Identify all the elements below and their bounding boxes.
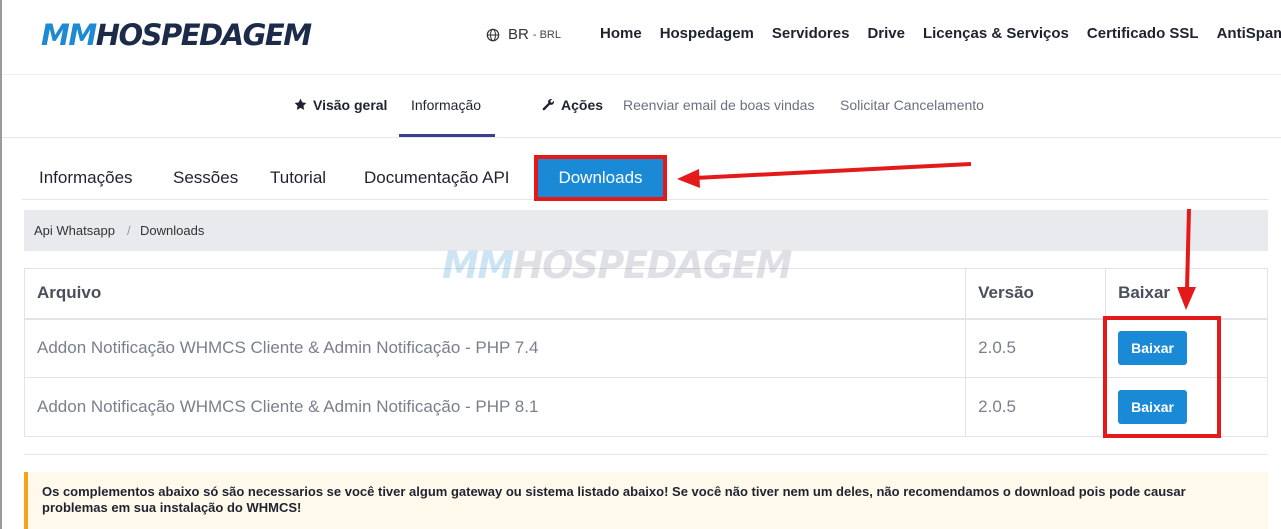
nav-hospedagem[interactable]: Hospedagem bbox=[660, 25, 754, 42]
subnav-cancel[interactable]: Solicitar Cancelamento bbox=[840, 97, 984, 113]
subnav-overview[interactable]: Visão geral bbox=[294, 97, 387, 113]
row-file-name: Addon Notificação WHMCS Cliente & Admin … bbox=[23, 377, 967, 437]
subnav-resend-email[interactable]: Reenviar email de boas vindas bbox=[623, 97, 814, 113]
watermark-logo: MMHOSPEDAGEM bbox=[442, 244, 793, 287]
tab-sessoes[interactable]: Sessões bbox=[173, 168, 238, 188]
nav-home[interactable]: Home bbox=[600, 25, 642, 42]
nav-antispam[interactable]: AntiSpam bbox=[1217, 25, 1281, 42]
nav-servidores[interactable]: Servidores bbox=[772, 25, 850, 42]
tab-informacoes[interactable]: Informações bbox=[39, 168, 133, 188]
warning-notice: Os complementos abaixo só são necessario… bbox=[24, 472, 1268, 529]
site-header: MMHOSPEDAGEM BR - BRL Home Hospedagem Se… bbox=[2, 0, 1281, 74]
subnav-actions[interactable]: Ações bbox=[542, 97, 603, 113]
table-row: Addon Notificação WHMCS Cliente & Admin … bbox=[23, 377, 1268, 437]
highlight-box-download-buttons bbox=[1103, 316, 1221, 438]
globe-icon bbox=[486, 28, 500, 41]
highlight-box-downloads-tab bbox=[534, 155, 667, 201]
locale-code: BR bbox=[508, 26, 529, 43]
site-logo[interactable]: MMHOSPEDAGEM bbox=[41, 17, 312, 53]
watermark-mm: MM bbox=[442, 244, 514, 287]
tab-tutorial[interactable]: Tutorial bbox=[270, 168, 326, 188]
tab-api-docs[interactable]: Documentação API bbox=[364, 168, 510, 188]
section-divider bbox=[24, 454, 1268, 455]
breadcrumb-separator: / bbox=[127, 223, 131, 238]
nav-drive[interactable]: Drive bbox=[867, 25, 905, 42]
nav-ssl[interactable]: Certificado SSL bbox=[1087, 25, 1199, 42]
subnav-actions-label: Ações bbox=[561, 97, 604, 113]
star-icon bbox=[294, 98, 307, 110]
watermark-text: HOSPEDAGEM bbox=[512, 244, 793, 287]
subnav-active-indicator bbox=[399, 134, 495, 137]
subnav-overview-label: Visão geral bbox=[313, 97, 388, 113]
header-versao: Versão bbox=[965, 268, 1107, 320]
row-version: 2.0.5 bbox=[965, 318, 1107, 378]
downloads-table: Arquivo Versão Baixar Addon Notificação … bbox=[23, 268, 1268, 437]
breadcrumb-api-whatsapp[interactable]: Api Whatsapp bbox=[34, 223, 115, 238]
row-version: 2.0.5 bbox=[965, 377, 1107, 437]
header-baixar: Baixar bbox=[1105, 268, 1268, 320]
logo-mm: MM bbox=[41, 18, 97, 52]
locale-currency: - BRL bbox=[532, 28, 561, 41]
wrench-icon bbox=[542, 98, 554, 111]
row-file-name: Addon Notificação WHMCS Cliente & Admin … bbox=[23, 318, 967, 378]
logo-text: HOSPEDAGEM bbox=[95, 18, 312, 52]
service-subnav: Visão geral Informação Ações Reenviar em… bbox=[2, 74, 1281, 138]
locale-selector[interactable]: BR - BRL bbox=[486, 26, 561, 43]
subnav-info[interactable]: Informação bbox=[411, 97, 481, 113]
main-nav: Home Hospedagem Servidores Drive Licença… bbox=[600, 25, 1281, 42]
nav-licencas[interactable]: Licenças & Serviços bbox=[923, 25, 1069, 42]
breadcrumb-downloads: Downloads bbox=[140, 223, 205, 238]
table-row: Addon Notificação WHMCS Cliente & Admin … bbox=[23, 318, 1268, 378]
